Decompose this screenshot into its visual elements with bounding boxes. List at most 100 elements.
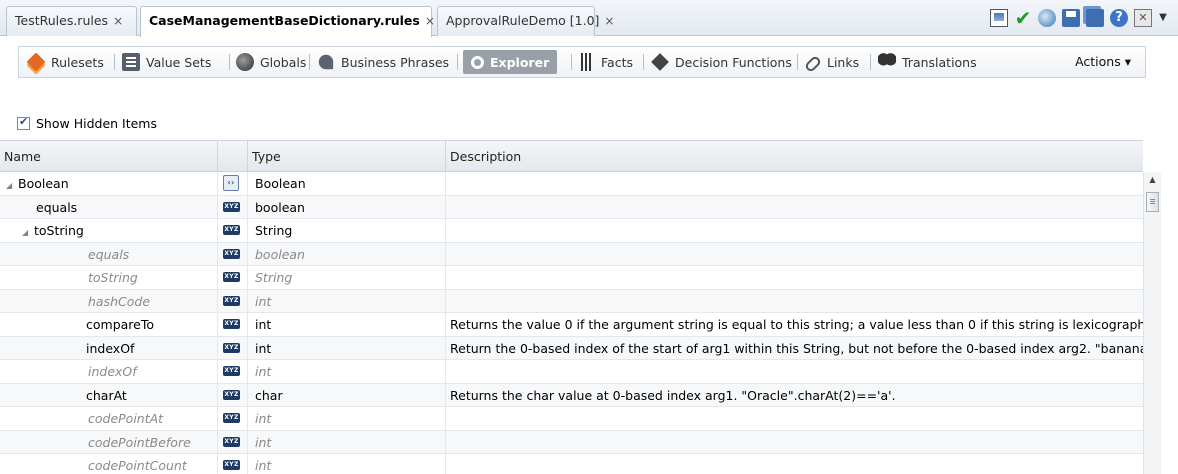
tree-expand-icon[interactable]: ◢: [22, 221, 30, 237]
table-row[interactable]: hashCode XYZ int: [0, 289, 1143, 313]
row-name-cell: ◢ toString: [0, 219, 218, 242]
validate-check-icon[interactable]: ✔: [1014, 8, 1032, 28]
tab-testrules[interactable]: TestRules.rules ×: [6, 6, 137, 36]
row-name-cell: hashCode: [0, 289, 218, 313]
close-icon[interactable]: ✕: [1134, 9, 1152, 27]
tab-close-icon[interactable]: ×: [425, 14, 435, 28]
nav-value-sets[interactable]: Value Sets: [122, 47, 211, 77]
row-description: [446, 172, 1143, 195]
row-icon-cell: XYZ: [218, 242, 248, 266]
nav-label: Links: [827, 54, 860, 70]
vertical-scrollbar[interactable]: ▲: [1143, 172, 1161, 474]
row-name-cell: codePointCount: [0, 454, 218, 474]
row-type: int: [248, 454, 446, 474]
primitive-type-icon: XYZ: [223, 436, 240, 447]
show-hidden-items-checkbox[interactable]: [17, 115, 30, 130]
row-name-cell: indexOf: [0, 360, 218, 383]
row-name: codePointAt: [88, 411, 164, 426]
table-row[interactable]: equals XYZ boolean: [0, 242, 1143, 266]
nav-business-phrases[interactable]: Business Phrases: [317, 47, 449, 77]
divider: [643, 54, 644, 70]
actions-menu-button[interactable]: Actions ▾: [1075, 47, 1131, 77]
row-name-cell: codePointBefore: [0, 430, 218, 454]
search-icon: [471, 55, 484, 69]
table-row[interactable]: codePointBefore XYZ int: [0, 430, 1143, 454]
column-header-description[interactable]: Description: [446, 141, 1143, 172]
row-description: [446, 360, 1143, 383]
row-name: toString: [88, 270, 138, 285]
row-name: codePointCount: [88, 458, 187, 473]
table-row[interactable]: ◢ toString XYZ String: [0, 219, 1143, 243]
nav-translations[interactable]: Translations: [878, 47, 977, 77]
tab-close-icon[interactable]: ×: [113, 14, 123, 28]
tree-expand-icon[interactable]: ◢: [6, 174, 14, 190]
tab-close-icon[interactable]: ×: [604, 14, 614, 28]
row-description: Return the 0-based index of the start of…: [450, 340, 1143, 356]
table-row[interactable]: toString XYZ String: [0, 266, 1143, 290]
row-type: String: [248, 219, 446, 242]
divider: [229, 54, 230, 70]
help-icon[interactable]: ?: [1110, 9, 1128, 27]
tab-case-management-base-dictionary[interactable]: CaseManagementBaseDictionary.rules ×: [140, 6, 435, 37]
scroll-up-arrow-icon[interactable]: ▲: [1144, 172, 1161, 188]
row-icon-cell: XYZ: [218, 336, 248, 360]
table-row[interactable]: equals XYZ boolean: [0, 195, 1143, 219]
tab-approval-rule-demo[interactable]: ApprovalRuleDemo [1.0] ×: [437, 6, 614, 36]
explorer-table: Name Type Description ◢ Boolean ‹› Boolean e…: [0, 140, 1143, 474]
nav-links[interactable]: Links: [803, 47, 860, 77]
primitive-type-icon: XYZ: [223, 413, 240, 423]
column-header-name[interactable]: Name: [0, 141, 218, 172]
row-description: Returns the char value at 0-based index …: [450, 387, 896, 403]
row-icon-cell: XYZ: [218, 383, 248, 407]
row-name-cell: toString: [0, 266, 218, 289]
show-hidden-items-toggle[interactable]: Show Hidden Items: [17, 114, 157, 132]
row-name-cell: compareTo: [0, 313, 218, 336]
column-header-icon[interactable]: [218, 141, 248, 172]
decision-functions-icon: [651, 53, 669, 71]
table-row[interactable]: codePointCount XYZ int: [0, 454, 1143, 474]
row-name-cell: equals: [0, 242, 218, 266]
row-description: [446, 431, 1143, 454]
nav-decision-functions[interactable]: Decision Functions: [651, 47, 792, 77]
nav-facts[interactable]: Facts: [581, 47, 633, 77]
divider: [571, 54, 572, 70]
table-row[interactable]: codePointAt XYZ int: [0, 407, 1143, 431]
nav-label: Value Sets: [146, 54, 212, 70]
table-row[interactable]: indexOf XYZ int Return the 0-based index of…: [0, 336, 1143, 360]
nav-globals[interactable]: Globals: [236, 47, 306, 77]
report-icon[interactable]: [990, 9, 1008, 27]
column-header-type[interactable]: Type: [248, 141, 446, 172]
divider: [114, 54, 115, 70]
primitive-type-icon: XYZ: [223, 366, 240, 376]
nav-explorer[interactable]: Explorer: [463, 50, 558, 74]
row-description: [446, 290, 1143, 313]
row-description: [446, 454, 1143, 474]
value-sets-icon: [122, 53, 140, 71]
save-all-icon[interactable]: [1086, 9, 1104, 27]
row-type: int: [248, 360, 446, 383]
table-row[interactable]: compareTo XYZ int Returns the value 0 if th…: [0, 313, 1143, 337]
link-icon: [803, 54, 823, 74]
row-type: boolean: [248, 242, 446, 266]
nav-label: Business Phrases: [341, 54, 450, 70]
tab-label: ApprovalRuleDemo [1.0]: [446, 13, 600, 28]
row-description: [446, 407, 1143, 430]
globe-icon[interactable]: [1038, 9, 1056, 27]
nav-label: Rulesets: [51, 54, 104, 70]
row-icon-cell: XYZ: [218, 454, 248, 474]
scroll-thumb[interactable]: [1146, 192, 1159, 212]
row-description: [446, 266, 1143, 289]
nav-label: Explorer: [490, 54, 550, 70]
dropdown-arrow-icon[interactable]: ▼: [1158, 9, 1168, 27]
row-name: Boolean: [18, 176, 69, 191]
row-icon-cell: ‹›: [218, 172, 248, 195]
table-row[interactable]: indexOf XYZ int: [0, 360, 1143, 384]
dictionary-navigation-bar: Rulesets Value Sets Globals Business Phr…: [18, 46, 1146, 78]
nav-rulesets[interactable]: Rulesets: [26, 47, 104, 77]
nav-label: Globals: [260, 54, 307, 70]
nav-label: Translations: [902, 54, 977, 70]
table-row[interactable]: charAt XYZ char Returns the char value at 0…: [0, 383, 1143, 407]
table-row[interactable]: ◢ Boolean ‹› Boolean: [0, 172, 1143, 196]
save-icon[interactable]: [1062, 9, 1080, 27]
row-icon-cell: XYZ: [218, 266, 248, 289]
